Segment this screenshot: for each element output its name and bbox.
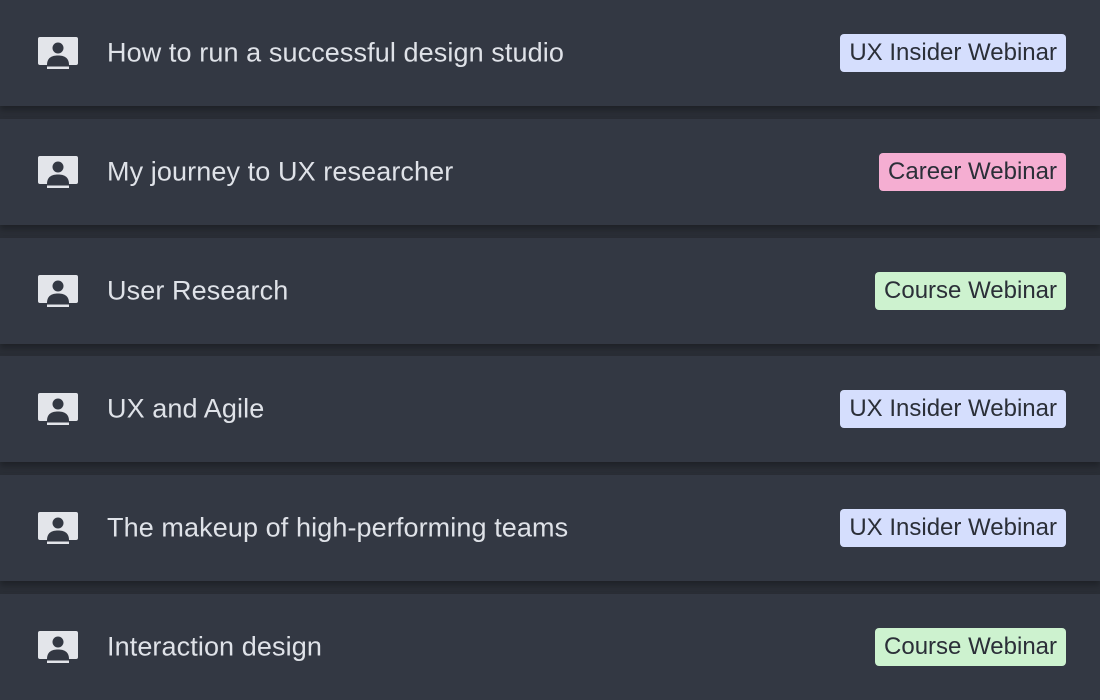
webinar-title: My journey to UX researcher (107, 156, 454, 187)
person-presentation-icon (38, 37, 78, 69)
person-presentation-icon (38, 512, 78, 544)
webinar-type-badge: UX Insider Webinar (840, 34, 1066, 72)
webinar-row[interactable]: How to run a successful design studio UX… (0, 0, 1100, 106)
person-presentation-icon (38, 275, 78, 307)
person-presentation-icon (38, 393, 78, 425)
webinar-title: How to run a successful design studio (107, 37, 564, 68)
webinar-row[interactable]: UX and Agile UX Insider Webinar (0, 356, 1100, 462)
webinar-title: UX and Agile (107, 393, 265, 424)
webinar-type-badge: Course Webinar (875, 272, 1066, 310)
webinar-type-badge: Course Webinar (875, 628, 1066, 666)
person-presentation-icon (38, 631, 78, 663)
webinar-list: How to run a successful design studio UX… (0, 0, 1100, 700)
webinar-type-badge: UX Insider Webinar (840, 390, 1066, 428)
webinar-row[interactable]: My journey to UX researcher Career Webin… (0, 119, 1100, 225)
webinar-title: The makeup of high-performing teams (107, 512, 569, 543)
webinar-row[interactable]: The makeup of high-performing teams UX I… (0, 475, 1100, 581)
webinar-row[interactable]: User Research Course Webinar (0, 238, 1100, 344)
webinar-row[interactable]: Interaction design Course Webinar (0, 594, 1100, 700)
person-presentation-icon (38, 156, 78, 188)
webinar-title: User Research (107, 275, 289, 306)
webinar-type-badge: UX Insider Webinar (840, 509, 1066, 547)
webinar-title: Interaction design (107, 631, 322, 662)
webinar-type-badge: Career Webinar (879, 153, 1066, 191)
